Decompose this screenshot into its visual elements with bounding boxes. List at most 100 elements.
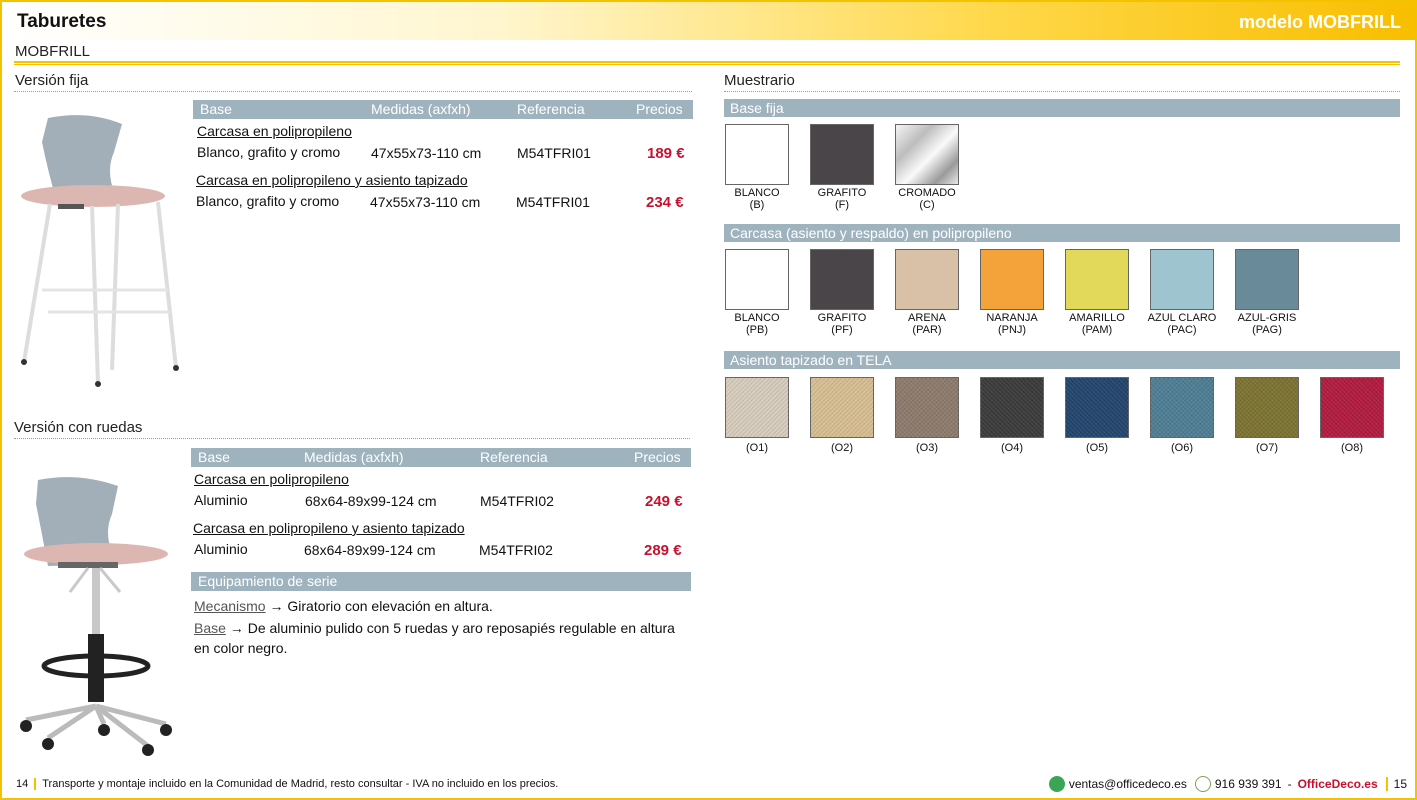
wheels-group-2-name: Carcasa en polipropileno y asiento tapiz… bbox=[193, 520, 465, 536]
swatch-shell bbox=[895, 249, 959, 310]
swatch-label: (O7) bbox=[1256, 442, 1278, 454]
fixed-group-1-name: Carcasa en polipropileno bbox=[197, 123, 352, 139]
swatch-shell bbox=[1235, 249, 1299, 310]
col-base: Base bbox=[200, 101, 232, 117]
swatch-fabric bbox=[1065, 377, 1129, 438]
footer-separator: - bbox=[1287, 777, 1292, 791]
swatch-label: AZUL-GRIS (PAG) bbox=[1237, 312, 1297, 336]
phone-icon bbox=[1194, 776, 1211, 792]
wheels-group-1-base: Aluminio bbox=[194, 492, 248, 508]
swatch-shell bbox=[725, 249, 789, 310]
base-text: De aluminio pulido con 5 ruedas y aro re… bbox=[194, 620, 675, 656]
col-reference: Referencia bbox=[517, 101, 585, 117]
swatch-shell bbox=[1150, 249, 1214, 310]
fixed-group-1-base: Blanco, grafito y cromo bbox=[197, 144, 341, 160]
fixed-group-1-ref: M54TFRI01 bbox=[517, 145, 591, 161]
wheels-group-2-price: 289 € bbox=[644, 542, 682, 559]
subtitle-rule-thin bbox=[14, 64, 1400, 65]
email-icon bbox=[1048, 776, 1065, 792]
col-prices: Precios bbox=[634, 449, 681, 465]
swatch-shell bbox=[980, 249, 1044, 310]
page-number-left: 14 bbox=[16, 778, 37, 790]
product-subtitle: MOBFRILL bbox=[15, 43, 91, 60]
footer-brand[interactable]: OfficeDeco.es bbox=[1298, 777, 1378, 791]
footer-email[interactable]: ventas@officedeco.es bbox=[1069, 777, 1187, 791]
shell-band: Carcasa (asiento y respaldo) en poliprop… bbox=[724, 224, 1400, 242]
swatch-label: (O1) bbox=[746, 442, 768, 454]
fabric-band: Asiento tapizado en TELA bbox=[724, 351, 1400, 369]
page-title: Taburetes bbox=[17, 11, 107, 32]
fixed-table-header: Base Medidas (axfxh) Referencia Precios bbox=[193, 100, 693, 119]
swatch-base-cromado bbox=[895, 124, 959, 185]
swatch-fabric bbox=[1320, 377, 1384, 438]
swatch-label: (O4) bbox=[1001, 442, 1023, 454]
swatch-label: BLANCO (PB) bbox=[734, 312, 780, 336]
col-base: Base bbox=[198, 449, 230, 465]
subtitle-rule bbox=[14, 61, 1400, 63]
fixed-group-2-ref: M54TFRI01 bbox=[516, 194, 590, 210]
swatch-shell bbox=[810, 249, 874, 310]
footer-note: 14 Transporte y montaje incluido en la Co… bbox=[16, 778, 558, 790]
wheels-group-1-size: 68x64-89x99-124 cm bbox=[305, 493, 437, 509]
samples-rule bbox=[724, 91, 1400, 92]
samples-title: Muestrario bbox=[724, 72, 795, 89]
model-title: modelo MOBFRILL bbox=[1239, 12, 1401, 32]
swatch-label: NARANJA (PNJ) bbox=[986, 312, 1038, 336]
swatch-shell bbox=[1065, 249, 1129, 310]
fixed-group-1-price: 189 € bbox=[647, 145, 685, 162]
swatch-fabric bbox=[895, 377, 959, 438]
mechanism-arrow: → bbox=[265, 598, 288, 614]
fixed-group-2-name: Carcasa en polipropileno y asiento tapiz… bbox=[196, 172, 468, 188]
swatch-base-grafito bbox=[810, 124, 874, 185]
mechanism-text: Giratorio con elevación en altura. bbox=[287, 598, 493, 614]
fixed-version-rule bbox=[14, 91, 692, 92]
wheels-version-title: Versión con ruedas bbox=[14, 419, 143, 436]
swatch-label: (O3) bbox=[916, 442, 938, 454]
col-measures: Medidas (axfxh) bbox=[371, 101, 471, 117]
swatch-fabric bbox=[1150, 377, 1214, 438]
equipment-base: Base → De aluminio pulido con 5 ruedas y… bbox=[194, 618, 694, 658]
wheels-group-1-name: Carcasa en polipropileno bbox=[194, 471, 349, 487]
fixed-stool-image bbox=[21, 115, 179, 387]
swatch-label: GRAFITO (F) bbox=[817, 187, 867, 211]
swatch-label: (O6) bbox=[1171, 442, 1193, 454]
col-reference: Referencia bbox=[480, 449, 548, 465]
fixed-version-title: Versión fija bbox=[15, 72, 89, 89]
swatch-base-blanco bbox=[725, 124, 789, 185]
footer-phone: 916 939 391 bbox=[1214, 777, 1282, 791]
swatch-fabric bbox=[980, 377, 1044, 438]
fixed-group-2-price: 234 € bbox=[646, 194, 684, 211]
swatch-fabric bbox=[1235, 377, 1299, 438]
wheels-version-rule bbox=[14, 438, 690, 439]
fixed-group-2-base: Blanco, grafito y cromo bbox=[196, 193, 340, 209]
swatch-label: (O8) bbox=[1341, 442, 1363, 454]
swatch-label: ARENA (PAR) bbox=[908, 312, 946, 336]
swatch-label: (O2) bbox=[831, 442, 853, 454]
wheels-group-1-price: 249 € bbox=[645, 493, 683, 510]
swatch-label: AMARILLO (PAM) bbox=[1069, 312, 1125, 336]
wheels-group-2-ref: M54TFRI02 bbox=[479, 542, 553, 558]
swatch-fabric bbox=[810, 377, 874, 438]
col-measures: Medidas (axfxh) bbox=[304, 449, 404, 465]
equipment-title: Equipamiento de serie bbox=[198, 573, 338, 589]
wheels-group-2-size: 68x64-89x99-124 cm bbox=[304, 542, 436, 558]
fixed-group-1-size: 47x55x73-110 cm bbox=[371, 145, 482, 161]
header-bar: Taburetes modelo MOBFRILL bbox=[2, 2, 1415, 40]
swatch-label: CROMADO (C) bbox=[898, 187, 956, 211]
swatch-label: BLANCO (B) bbox=[734, 187, 780, 211]
fixed-group-2-size: 47x55x73-110 cm bbox=[370, 194, 481, 210]
wheels-group-2-base: Aluminio bbox=[194, 541, 248, 557]
swatch-label: GRAFITO (PF) bbox=[817, 312, 867, 336]
swatch-label: (O5) bbox=[1086, 442, 1108, 454]
equipment-header: Equipamiento de serie bbox=[191, 572, 691, 591]
footer-note-text: Transporte y montaje incluido en la Comu… bbox=[42, 778, 559, 790]
wheels-table-header: Base Medidas (axfxh) Referencia Precios bbox=[191, 448, 691, 467]
col-prices: Precios bbox=[636, 101, 683, 117]
equipment-mechanism: Mecanismo → Giratorio con elevación en a… bbox=[194, 598, 694, 614]
page-number-right: 15 bbox=[1385, 777, 1407, 791]
wheels-group-1-ref: M54TFRI02 bbox=[480, 493, 554, 509]
base-label: Base bbox=[194, 620, 226, 636]
base-arrow: → bbox=[225, 620, 248, 636]
swatch-fabric bbox=[725, 377, 789, 438]
footer-contact: ventas@officedeco.es 916 939 391 - Offic… bbox=[1048, 776, 1407, 792]
